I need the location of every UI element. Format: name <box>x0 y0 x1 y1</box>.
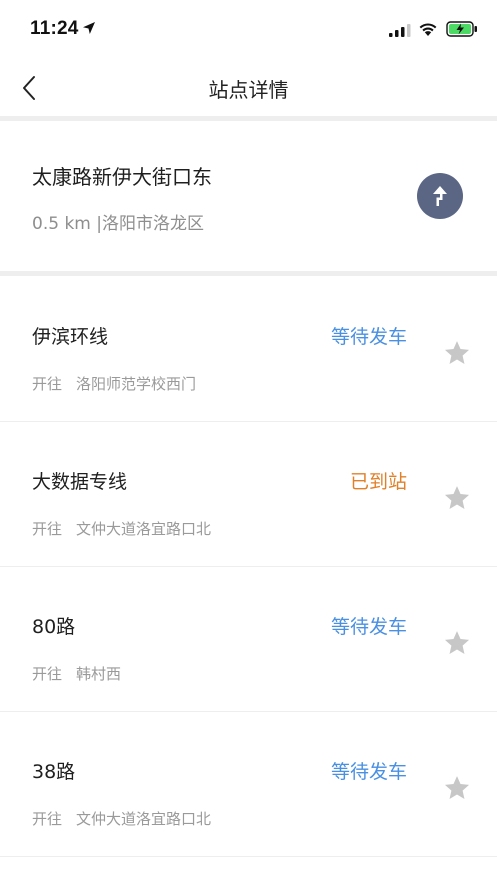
route-destination: 文仲大道洛宜路口北 <box>76 810 212 828</box>
route-list: 伊滨环线 等待发车 开往 洛阳师范学校西门 大数据专线 已到站 开往 文仲大道洛宜路… <box>0 277 497 857</box>
direction-label: 开往 <box>32 375 63 393</box>
route-direction: 开往 文仲大道洛宜路口北 <box>32 808 211 829</box>
route-direction: 开往 洛阳师范学校西门 <box>32 373 196 394</box>
turn-arrow-icon <box>433 186 447 206</box>
route-destination: 韩村西 <box>76 665 122 683</box>
status-bar: 11:24 <box>0 0 497 62</box>
route-name: 38路 <box>32 761 76 783</box>
station-name: 太康路新伊大街口东 <box>32 165 212 189</box>
station-card: 太康路新伊大街口东 0.5 km |洛阳市洛龙区 <box>0 121 497 271</box>
nav-bar: 站点详情 <box>0 62 497 116</box>
divider <box>0 271 497 276</box>
wifi-icon <box>419 23 437 36</box>
star-icon[interactable] <box>443 629 471 657</box>
route-item[interactable]: 大数据专线 已到站 开往 文仲大道洛宜路口北 <box>0 422 497 567</box>
route-destination: 洛阳师范学校西门 <box>76 375 197 393</box>
route-status: 等待发车 <box>330 616 407 638</box>
status-time: 11:24 <box>30 18 79 39</box>
route-name: 80路 <box>32 616 76 638</box>
route-status: 等待发车 <box>330 326 407 348</box>
star-icon[interactable] <box>443 484 471 512</box>
route-status: 已到站 <box>349 471 407 493</box>
page-title: 站点详情 <box>208 78 289 102</box>
route-destination: 文仲大道洛宜路口北 <box>76 520 212 538</box>
location-arrow-icon <box>83 22 95 34</box>
route-item[interactable]: 80路 等待发车 开往 韩村西 <box>0 567 497 712</box>
route-name: 大数据专线 <box>32 471 128 493</box>
station-info: 0.5 km |洛阳市洛龙区 <box>32 214 204 234</box>
route-name: 伊滨环线 <box>32 326 109 348</box>
direction-label: 开往 <box>32 520 63 538</box>
route-direction: 开往 韩村西 <box>32 663 121 684</box>
navigate-button[interactable] <box>417 173 463 219</box>
star-icon[interactable] <box>443 774 471 802</box>
battery-icon <box>446 21 477 37</box>
star-icon[interactable] <box>443 339 471 367</box>
signal-icon <box>389 24 411 37</box>
direction-label: 开往 <box>32 665 63 683</box>
route-item[interactable]: 38路 等待发车 开往 文仲大道洛宜路口北 <box>0 712 497 857</box>
route-item[interactable]: 伊滨环线 等待发车 开往 洛阳师范学校西门 <box>0 277 497 422</box>
route-direction: 开往 文仲大道洛宜路口北 <box>32 518 211 539</box>
direction-label: 开往 <box>32 810 63 828</box>
route-status: 等待发车 <box>330 761 407 783</box>
